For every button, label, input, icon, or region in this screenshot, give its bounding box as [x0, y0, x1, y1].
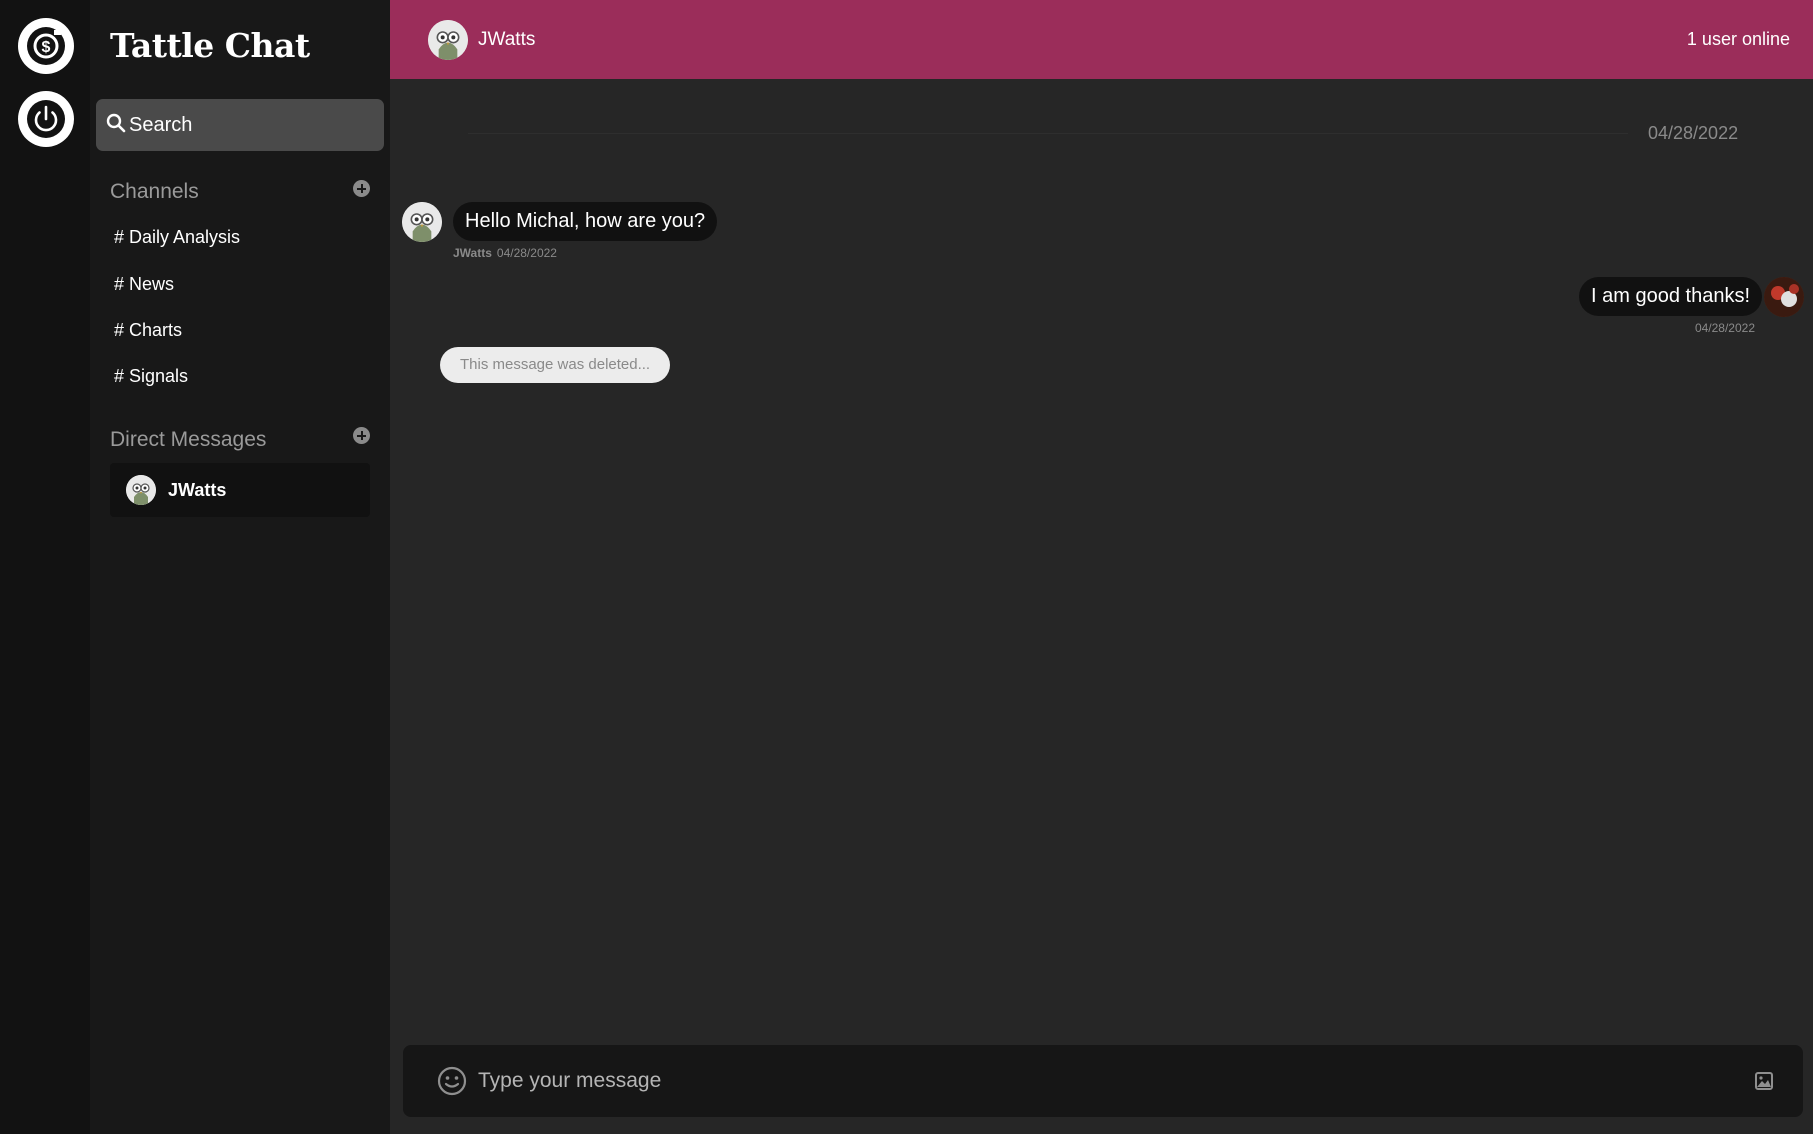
- message-date: 04/28/2022: [496, 246, 557, 260]
- date-divider: 04/28/2022: [1648, 123, 1739, 143]
- channel-item-signals[interactable]: # Signals: [114, 366, 188, 387]
- sidebar: Tattle Chat Channels # Daily Analysis # …: [90, 0, 390, 1134]
- contact-avatar[interactable]: [428, 20, 468, 60]
- owl-avatar-icon: [402, 202, 442, 242]
- message-author: JWatts: [453, 246, 492, 260]
- message-input[interactable]: [478, 1063, 1678, 1099]
- message-composer: [403, 1045, 1803, 1117]
- search-input[interactable]: [129, 113, 369, 137]
- owl-avatar-icon: [428, 20, 468, 60]
- chat-header: JWatts 1 user online: [390, 0, 1813, 79]
- app-rail: $: [0, 0, 90, 1134]
- image-upload-icon[interactable]: [1755, 1072, 1773, 1095]
- add-channel-button[interactable]: [353, 180, 370, 197]
- channel-item-charts[interactable]: # Charts: [114, 320, 182, 341]
- power-icon: [18, 91, 74, 147]
- message-bubble[interactable]: I am good thanks!: [1579, 277, 1762, 316]
- owl-avatar-icon: [126, 475, 156, 505]
- channels-header: Channels: [110, 180, 199, 203]
- dollar-circle-button[interactable]: $: [18, 18, 74, 74]
- dm-item-label: JWatts: [168, 479, 227, 500]
- emoji-icon[interactable]: [437, 1066, 467, 1101]
- contact-name[interactable]: JWatts: [478, 29, 535, 51]
- message-bubble[interactable]: Hello Michal, how are you?: [453, 202, 718, 241]
- logout-button[interactable]: [18, 91, 74, 147]
- dm-item-jwatts[interactable]: JWatts: [110, 463, 370, 517]
- avatar: [126, 475, 156, 505]
- channel-item-daily-analysis[interactable]: # Daily Analysis: [114, 227, 240, 248]
- add-direct-message-button[interactable]: [353, 427, 370, 444]
- search-icon: [106, 113, 129, 138]
- sender-avatar[interactable]: [402, 202, 442, 242]
- channel-item-news[interactable]: # News: [114, 274, 174, 295]
- direct-messages-header: Direct Messages: [110, 428, 267, 451]
- online-status: 1 user online: [1686, 29, 1790, 49]
- chat-panel: JWatts 1 user online 04/28/2022 Hello Mi…: [390, 0, 1813, 1134]
- deleted-message: This message was deleted...: [440, 347, 671, 383]
- message-meta: JWatts 04/28/2022: [453, 246, 557, 260]
- app-window: $ Tattle Chat Search Channels # Daily An…: [0, 0, 1813, 1134]
- own-avatar[interactable]: [1764, 277, 1804, 317]
- svg-text:$: $: [42, 39, 51, 56]
- search-box[interactable]: [96, 99, 384, 151]
- message-date: 04/28/2022: [1694, 321, 1755, 335]
- app-logo-title: Tattle Chat: [110, 26, 310, 65]
- date-divider-line: [468, 133, 1628, 134]
- dollar-circle-icon: $: [18, 18, 74, 74]
- user-photo-icon: [1764, 277, 1804, 317]
